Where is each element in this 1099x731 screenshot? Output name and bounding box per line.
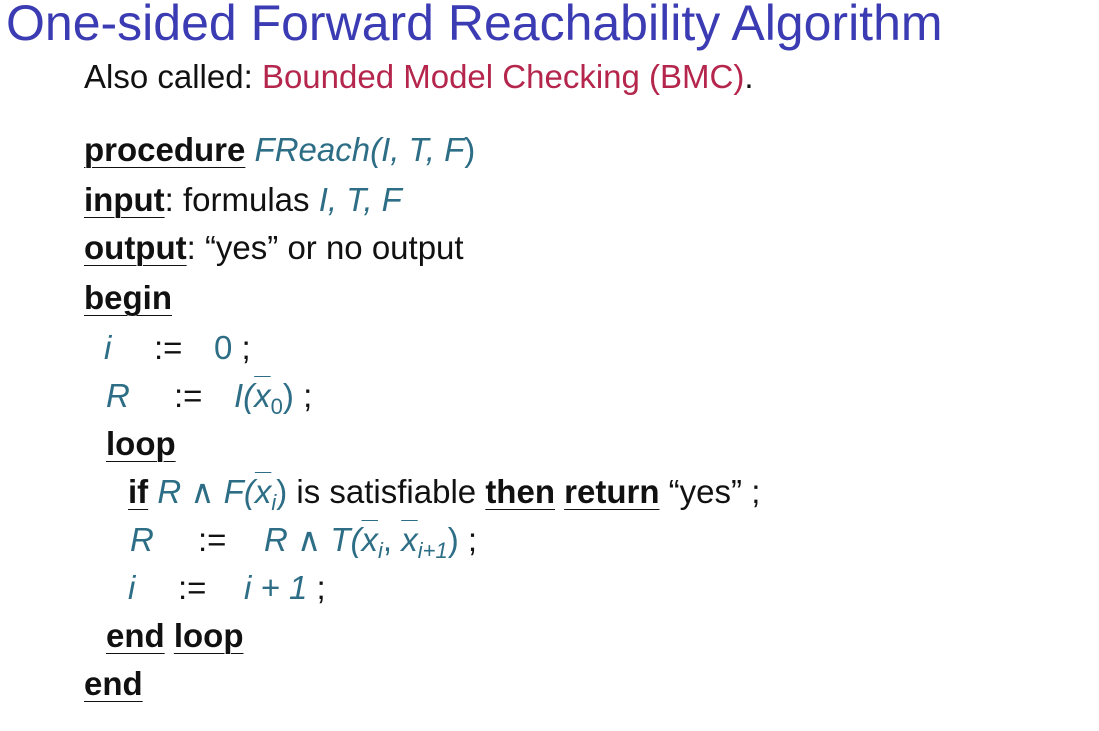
procedure-name: FReach( [254, 131, 382, 168]
keyword-end: end [84, 665, 143, 702]
keyword-end: end [106, 617, 165, 654]
semicolon: ; [751, 473, 761, 510]
if-line: if R ∧ F(xi) is satisfiable then return … [128, 472, 760, 523]
subtitle-prefix: Also called: [84, 58, 262, 95]
expr-i-pre: I( [234, 377, 255, 414]
comma: , [382, 521, 402, 558]
subtitle-suffix: . [744, 58, 754, 95]
end-line: end [84, 664, 143, 704]
sub-zero: 0 [270, 394, 283, 419]
keyword-begin: begin [84, 279, 172, 316]
var-i: i [104, 329, 112, 366]
assign-r-line: R := I(x0) ; [106, 376, 312, 427]
var-x-bar: x [254, 473, 272, 510]
procedure-header: procedure FReach(I, T, F) [84, 130, 475, 170]
slide-title: One-sided Forward Reachability Algorithm [6, 0, 943, 51]
increment-expr: i + 1 [244, 569, 308, 606]
semicolon: ; [316, 569, 326, 606]
var-i: i [128, 569, 136, 606]
keyword-if: if [128, 473, 149, 510]
keyword-output: output [84, 229, 187, 266]
keyword-loop: loop [106, 425, 176, 462]
var-r: R [106, 377, 130, 414]
r2-expr-pre: R ∧ T( [264, 521, 362, 558]
keyword-then: then [485, 473, 555, 510]
assign-op: := [174, 377, 203, 414]
keyword-loop: loop [173, 617, 244, 654]
var-x-bar: x [361, 521, 378, 558]
sub-i-plus-1: i+1 [417, 538, 448, 563]
if-expr-post: ) [276, 473, 288, 510]
output-line: output: “yes” or no output [84, 228, 464, 268]
value-zero: 0 [214, 329, 233, 366]
output-text: : “yes” or no output [186, 229, 464, 266]
r2-expr-post: ) [447, 521, 459, 558]
subtitle-accent: Bounded Model Checking (BMC) [261, 58, 745, 95]
return-value: “yes” [668, 473, 743, 510]
subtitle: Also called: Bounded Model Checking (BMC… [84, 58, 754, 96]
semicolon: ; [303, 377, 313, 414]
assign-i-line: i := 0 ; [104, 328, 251, 368]
assign-op: := [178, 569, 207, 606]
if-expr-pre: R ∧ F( [157, 473, 255, 510]
increment-line: i := i + 1 ; [128, 568, 326, 608]
semicolon: ; [467, 521, 478, 558]
assign-op: := [154, 329, 183, 366]
semicolon: ; [241, 329, 251, 366]
var-x-bar: x [401, 521, 418, 558]
keyword-input: input [84, 181, 165, 218]
procedure-close: ) [464, 131, 476, 168]
assign-r2-line: R:= R ∧ T(xi, xi+1) ; [130, 520, 477, 571]
loop-line: loop [106, 424, 176, 464]
var-x-bar: x [254, 377, 271, 414]
procedure-args: I, T, F [381, 131, 465, 168]
if-text: is satisfiable [287, 473, 486, 510]
expr-i-post: ) [282, 377, 294, 414]
begin-line: begin [84, 278, 172, 318]
var-r: R [130, 521, 154, 558]
assign-op: := [198, 521, 227, 558]
keyword-procedure: procedure [84, 131, 246, 168]
input-line: input: formulas I, T, F [84, 180, 402, 220]
keyword-return: return [564, 473, 660, 510]
end-loop-line: end loop [106, 616, 244, 656]
input-args: I, T, F [318, 181, 402, 218]
input-text: : formulas [164, 181, 319, 218]
